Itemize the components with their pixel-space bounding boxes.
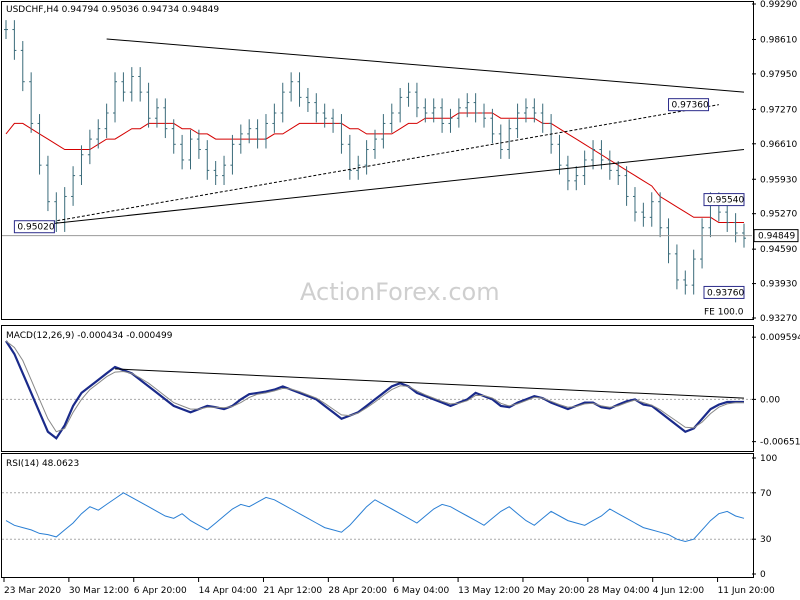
time-axis-ticks: 23 Mar 2020 30 Mar 12:00 6 Apr 20:00 14 Apr… (3, 578, 775, 596)
price-y-tick-label: 0.93930 (760, 280, 797, 290)
macd-lines (5, 340, 745, 440)
rsi-y-ticks: 100 70 30 0 (2, 454, 777, 580)
price-y-ticks: 0.99290 0.98610 0.97950 0.97270 0.96610 0.959… (752, 0, 797, 324)
price-annotation-label: 0.97360 (672, 101, 709, 111)
rsi-y-tick-label: 70 (760, 489, 772, 499)
macd-trendline (114, 368, 745, 399)
price-y-tick-label: 0.97270 (760, 105, 797, 115)
macd-y-tick-label: 0.00 (760, 395, 780, 405)
price-y-tick-label: 0.96610 (760, 140, 797, 150)
rsi-line (5, 492, 745, 543)
x-tick-label: 6 Apr 20:00 (134, 586, 187, 596)
rsi-y-tick-label: 0 (760, 570, 766, 580)
price-trendline (106, 38, 745, 93)
price-annotation-label: 0.95540 (707, 196, 744, 206)
macd-y-tick-label: 0.009594 (760, 333, 800, 343)
x-tick-label: 4 Jun 12:00 (653, 586, 705, 596)
macd-line (5, 340, 744, 440)
price-y-tick-label: 0.97950 (760, 70, 797, 80)
moving-average-line (5, 112, 744, 223)
price-y-tick-label: 0.98610 (760, 35, 797, 45)
x-tick-label: 13 May 12:00 (458, 586, 520, 596)
x-tick-label: 23 Mar 2020 (4, 586, 61, 596)
macd-title: MACD(12,26,9) -0.000434 -0.000499 (6, 331, 173, 341)
x-tick-label: 28 May 04:00 (588, 586, 650, 596)
macd-signal-line (5, 340, 744, 433)
macd-panel-frame (1, 325, 754, 452)
rsi-y-tick-label: 100 (760, 454, 777, 464)
price-y-tick-label: 0.95270 (760, 210, 797, 220)
x-tick-label: 28 Apr 20:00 (328, 586, 387, 596)
rsi-panel-frame (1, 453, 754, 578)
price-y-tick-label: 0.99290 (760, 0, 797, 10)
x-tick-label: 20 May 20:00 (523, 586, 585, 596)
price-y-tick-label: 0.95930 (760, 175, 797, 185)
watermark: ActionForex.com (300, 278, 500, 306)
x-tick-label: 11 Jun 20:00 (718, 586, 775, 596)
x-tick-label: 30 Mar 12:00 (69, 586, 129, 596)
price-title: USDCHF,H4 0.94794 0.95036 0.94734 0.9484… (6, 5, 219, 15)
forex-chart: ActionForex.com USDCHF,H4 0.94794 0.9503… (1, 0, 800, 596)
last-price-label: 0.94849 (758, 232, 795, 242)
rsi-lines (5, 492, 745, 543)
x-tick-label: 6 May 04:00 (393, 586, 449, 596)
price-y-tick-label: 0.94590 (760, 245, 797, 255)
fibonacci-extension-label: FE 100.0 (704, 307, 744, 317)
macd-y-ticks: 0.009594 0.00 -0.006517 (2, 333, 800, 448)
price-y-tick-label: 0.93270 (760, 314, 797, 324)
x-tick-label: 21 Apr 12:00 (263, 586, 322, 596)
macd-y-tick-label: -0.006517 (760, 438, 800, 448)
price-trendline (22, 104, 719, 228)
price-annotation-label: 0.95020 (17, 223, 54, 233)
moving-average-path (5, 112, 744, 223)
rsi-y-tick-label: 30 (760, 535, 772, 545)
rsi-title: RSI(14) 48.0623 (6, 459, 79, 469)
price-trendline (22, 149, 745, 228)
price-annotation-label: 0.93760 (707, 288, 744, 298)
x-tick-label: 14 Apr 04:00 (199, 586, 258, 596)
last-price-line: 0.94849 (2, 229, 799, 243)
